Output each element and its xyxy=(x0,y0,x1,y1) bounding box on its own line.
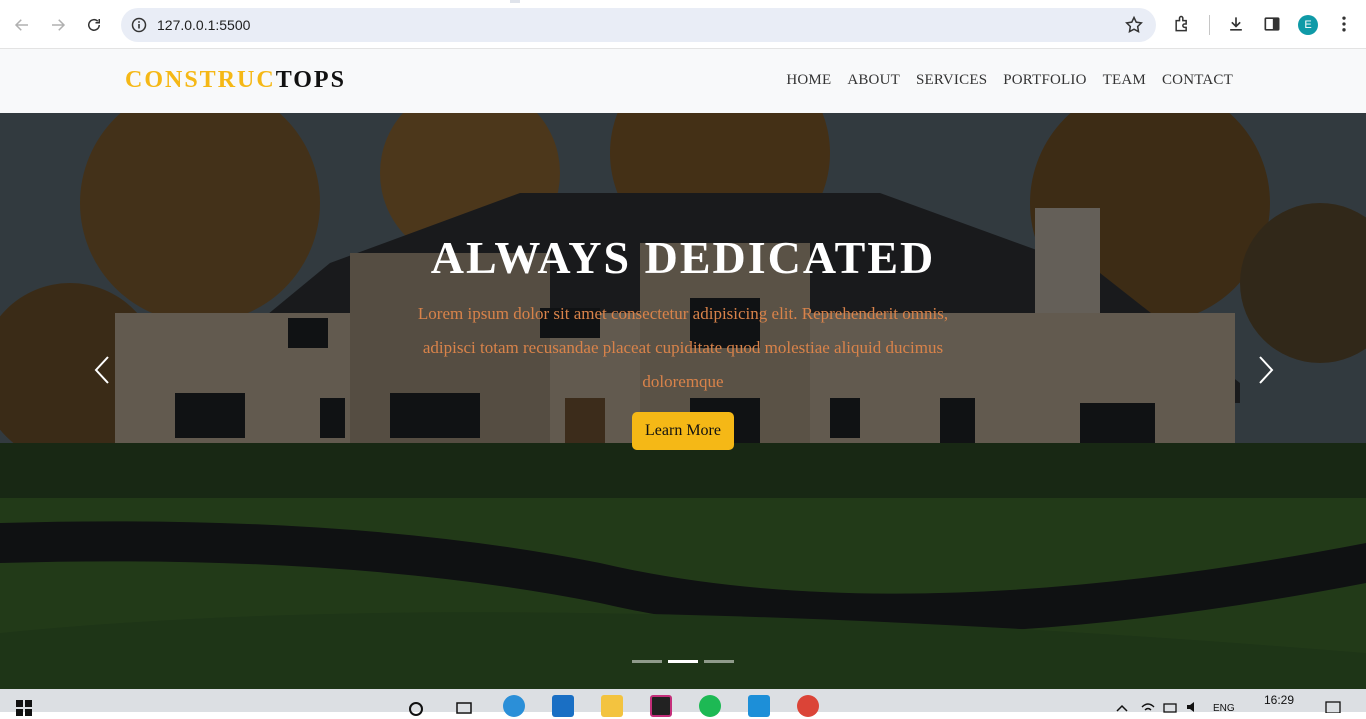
menu-kebab-icon[interactable] xyxy=(1334,14,1354,34)
download-icon[interactable] xyxy=(1226,14,1246,34)
chrome-icon[interactable] xyxy=(797,695,819,717)
carousel-prev-icon[interactable] xyxy=(88,355,118,385)
carousel-indicator-2[interactable] xyxy=(668,660,698,663)
nav-team[interactable]: TEAM xyxy=(1103,72,1146,89)
edge-icon[interactable] xyxy=(503,695,525,717)
language-indicator[interactable]: ENG xyxy=(1213,703,1235,714)
nav-about[interactable]: ABOUT xyxy=(847,72,900,89)
toolbar-separator xyxy=(1209,15,1210,35)
browser-toolbar: 127.0.0.1:5500 E xyxy=(0,0,1366,49)
spotify-icon[interactable] xyxy=(699,695,721,717)
hero-description: Lorem ipsum dolor sit amet consectetur a… xyxy=(417,304,949,391)
carousel-next-icon[interactable] xyxy=(1250,355,1280,385)
site-logo[interactable]: CONSTRUCTOPS xyxy=(125,67,346,94)
task-view-icon[interactable] xyxy=(455,701,473,719)
search-icon[interactable] xyxy=(408,701,426,719)
battery-icon[interactable] xyxy=(1163,701,1179,713)
file-explorer-icon[interactable] xyxy=(601,695,623,717)
extensions-icon[interactable] xyxy=(1172,14,1192,34)
mail-icon[interactable] xyxy=(552,695,574,717)
address-bar[interactable]: 127.0.0.1:5500 xyxy=(121,8,1156,42)
intellij-icon[interactable] xyxy=(650,695,672,717)
nav-home[interactable]: HOME xyxy=(786,72,831,89)
site-info-icon[interactable] xyxy=(131,17,147,33)
hero-carousel: ALWAYS DEDICATED Lorem ipsum dolor sit a… xyxy=(0,113,1366,689)
carousel-indicator-1[interactable] xyxy=(632,660,662,663)
logo-part-1: CONSTRUC xyxy=(125,67,276,93)
site-header: CONSTRUCTOPS HOME ABOUT SERVICES PORTFOL… xyxy=(0,49,1366,113)
hero-title: ALWAYS DEDICATED xyxy=(430,232,936,283)
main-nav: HOME ABOUT SERVICES PORTFOLIO TEAM CONTA… xyxy=(786,72,1233,89)
hero-overlay xyxy=(0,113,1366,689)
tab-strip xyxy=(0,0,1366,3)
forward-arrow-icon xyxy=(52,19,66,31)
learn-more-button[interactable]: Learn More xyxy=(632,412,734,450)
back-arrow-icon xyxy=(14,19,28,31)
carousel-indicators xyxy=(632,660,734,663)
side-panel-icon[interactable] xyxy=(1262,14,1282,34)
windows-start-icon[interactable] xyxy=(16,700,32,716)
notifications-icon[interactable] xyxy=(1325,701,1341,713)
logo-part-2: TOPS xyxy=(275,67,346,93)
reload-icon xyxy=(88,18,100,31)
volume-icon[interactable] xyxy=(1186,701,1200,713)
profile-avatar[interactable]: E xyxy=(1298,15,1318,35)
os-taskbar: ENG 16:29 xyxy=(0,689,1366,717)
nav-portfolio[interactable]: PORTFOLIO xyxy=(1003,72,1086,89)
vscode-icon[interactable] xyxy=(748,695,770,717)
nav-services[interactable]: SERVICES xyxy=(916,72,987,89)
nav-contact[interactable]: CONTACT xyxy=(1162,72,1233,89)
reload-button[interactable] xyxy=(82,13,106,37)
bookmark-star-icon[interactable] xyxy=(1124,15,1144,35)
wifi-icon[interactable] xyxy=(1140,701,1156,713)
forward-button[interactable] xyxy=(46,13,70,37)
back-button[interactable] xyxy=(10,13,34,37)
url-text[interactable]: 127.0.0.1:5500 xyxy=(157,17,250,33)
carousel-indicator-3[interactable] xyxy=(704,660,734,663)
clock-time[interactable]: 16:29 xyxy=(1264,693,1294,707)
